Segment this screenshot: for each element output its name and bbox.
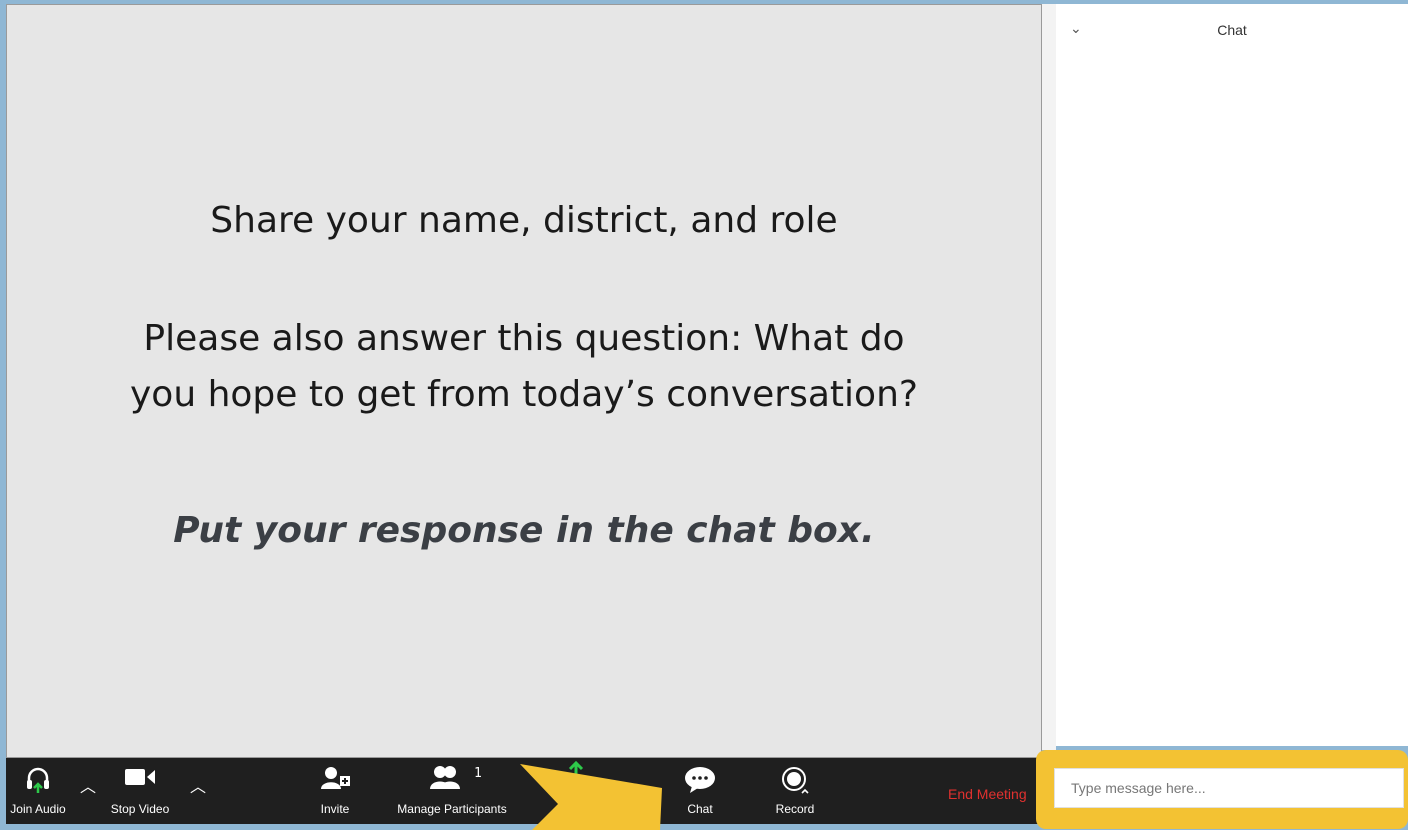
stop-video-label: Stop Video [110, 802, 170, 816]
chat-panel: ⌄ Chat [1056, 4, 1408, 746]
video-options-caret[interactable]: ︿ [190, 780, 206, 796]
manage-participants-label: Manage Participants [397, 802, 507, 816]
record-button[interactable]: Record [764, 758, 826, 824]
record-icon [780, 766, 810, 801]
join-audio-button[interactable]: Join Audio [6, 758, 70, 824]
slide-instruction: Put your response in the chat box. [173, 510, 875, 551]
record-label: Record [775, 802, 815, 816]
chat-label: Chat [687, 802, 713, 816]
chat-bubble-icon [684, 766, 716, 799]
pointer-arrow [520, 764, 662, 830]
chat-title: Chat [1217, 22, 1247, 38]
headphones-icon [25, 766, 51, 799]
invite-button[interactable]: Invite [306, 758, 364, 824]
manage-participants-button[interactable]: 1 Manage Participants [382, 758, 522, 824]
chat-button[interactable]: Chat [672, 758, 728, 824]
shared-screen: Share your name, district, and role Plea… [6, 4, 1042, 758]
participants-icon [429, 764, 475, 795]
panel-divider[interactable] [1042, 4, 1056, 750]
join-audio-label: Join Audio [10, 802, 66, 816]
add-user-icon [320, 766, 350, 795]
slide-text-line: Please also answer this question: What d… [143, 318, 905, 359]
invite-label: Invite [320, 802, 350, 816]
end-meeting-button[interactable]: End Meeting [948, 786, 1027, 802]
participant-count: 1 [474, 766, 482, 781]
slide-text-line: Share your name, district, and role [210, 200, 838, 241]
chat-header: ⌄ Chat [1056, 4, 1408, 50]
chat-message-input[interactable] [1054, 768, 1404, 808]
video-camera-icon [124, 766, 156, 793]
stop-video-button[interactable]: Stop Video [102, 758, 178, 824]
slide-text-line: you hope to get from today’s conversatio… [129, 374, 918, 415]
audio-options-caret[interactable]: ︿ [80, 780, 96, 796]
